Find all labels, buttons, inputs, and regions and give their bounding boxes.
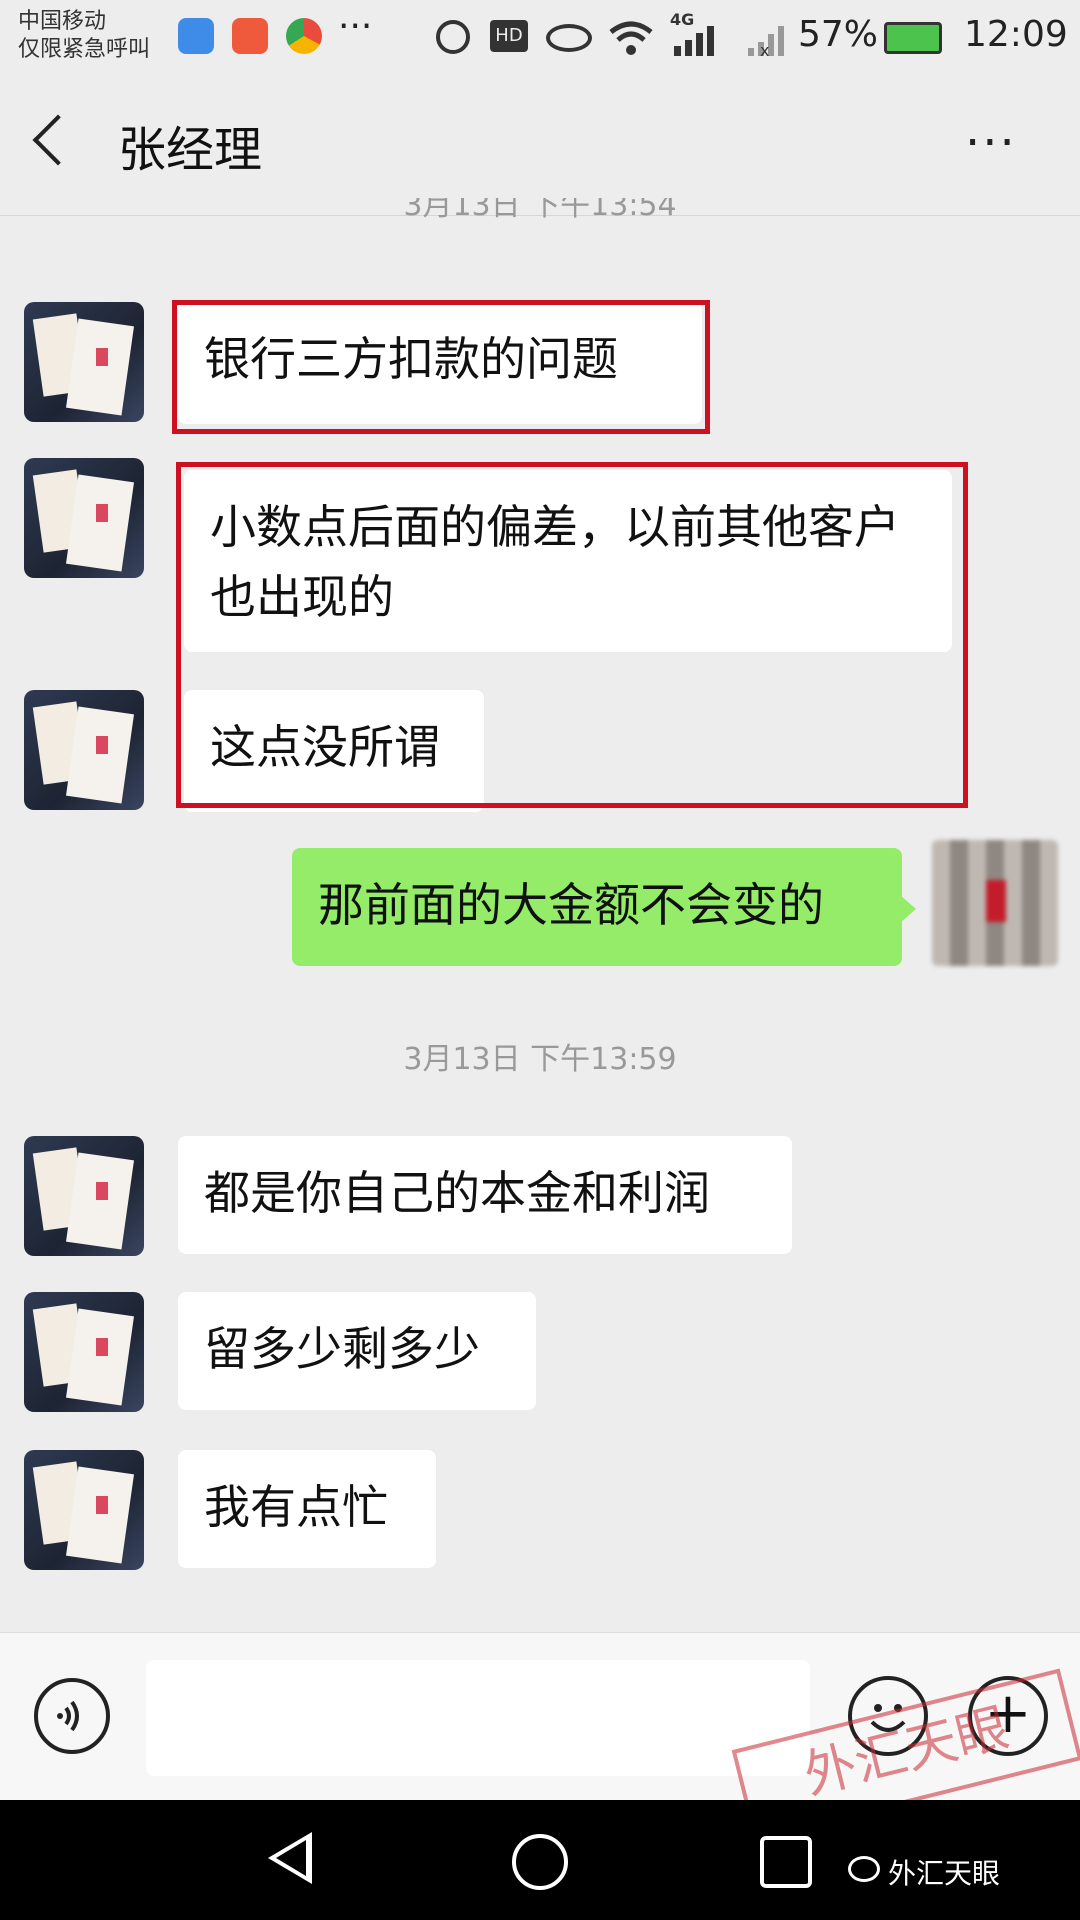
signal-x-icon: x <box>746 26 786 60</box>
source-label: 外汇天眼 <box>888 1857 1001 1890</box>
contact-avatar[interactable] <box>24 1136 144 1256</box>
more-notifications: ··· <box>338 6 373 47</box>
wechat-icon <box>848 1856 880 1882</box>
notification-app-icon <box>232 18 268 54</box>
timestamp: 3月13日 下午13:59 <box>403 1042 677 1077</box>
self-message-bubble[interactable]: 那前面的大金额不会变的 <box>292 848 902 966</box>
carrier-name: 中国移动 <box>18 9 107 34</box>
contact-avatar[interactable] <box>24 302 144 422</box>
eye-icon <box>546 24 592 52</box>
battery-percent: 57% <box>798 14 879 55</box>
more-options-button[interactable]: ··· <box>965 115 1017 171</box>
contact-avatar[interactable] <box>24 458 144 578</box>
bubble-tail <box>900 895 916 923</box>
health-app-icon <box>178 18 214 54</box>
contact-avatar[interactable] <box>24 1292 144 1412</box>
carrier-label: 中国移动 仅限紧急呼叫 <box>18 8 150 64</box>
battery-icon <box>884 22 942 54</box>
message-input[interactable] <box>146 1660 810 1776</box>
svg-text:x: x <box>760 41 769 56</box>
contact-avatar[interactable] <box>24 1450 144 1570</box>
self-avatar[interactable] <box>932 840 1058 966</box>
nav-back-icon-inner <box>276 1840 306 1876</box>
carrier-emergency: 仅限紧急呼叫 <box>18 37 151 62</box>
nav-home-icon[interactable] <box>512 1834 568 1890</box>
highlight-box <box>176 462 968 808</box>
message-bubble[interactable]: 我有点忙 <box>178 1450 436 1568</box>
message-bubble[interactable]: 留多少剩多少 <box>178 1292 536 1410</box>
voice-input-button[interactable] <box>34 1678 110 1754</box>
nav-recents-icon[interactable] <box>760 1836 812 1888</box>
browser-app-icon <box>286 18 322 54</box>
contact-avatar[interactable] <box>24 690 144 810</box>
chat-title: 张经理 <box>118 122 263 178</box>
signal-icon <box>672 26 718 56</box>
timestamp-cut-text: 3月13日 下午13:54 <box>403 198 677 223</box>
clock: 12:09 <box>964 14 1068 55</box>
highlight-box <box>172 300 710 434</box>
hd-icon: HD <box>490 20 528 52</box>
alarm-icon <box>436 20 470 54</box>
voice-icon <box>57 1700 79 1732</box>
message-bubble[interactable]: 都是你自己的本金和利润 <box>178 1136 792 1254</box>
timestamp-cut: 3月13日 下午13:54 <box>0 198 1080 234</box>
wifi-icon <box>608 18 654 58</box>
